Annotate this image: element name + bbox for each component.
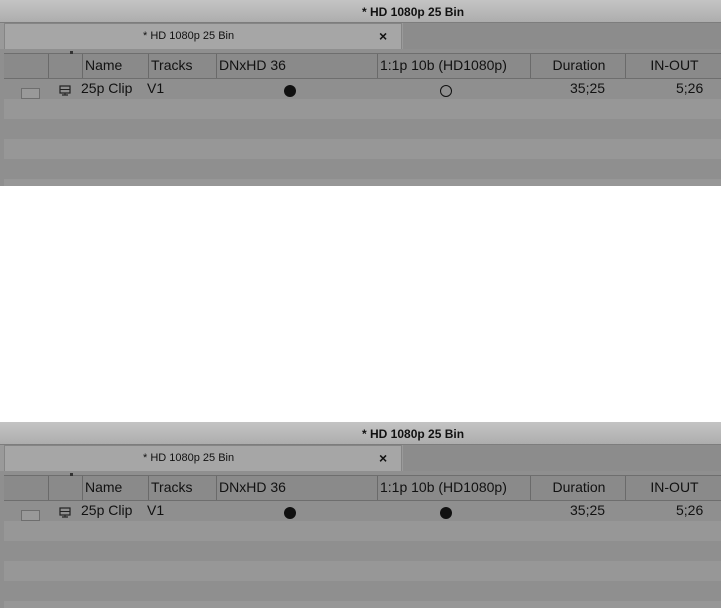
column-header-tracks[interactable]: Tracks	[149, 476, 217, 500]
empty-row	[4, 561, 721, 581]
bin-window-before: * HD 1080p 25 Bin * HD 1080p 25 Bin × Na…	[0, 0, 721, 186]
clip-in-out: 5;26	[676, 502, 704, 518]
column-header-row: Name Tracks DNxHD 36 1:1p 10b (HD1080p) …	[4, 51, 721, 79]
column-header-dnxhd36[interactable]: DNxHD 36	[217, 476, 378, 500]
column-header-uncompressed[interactable]: 1:1p 10b (HD1080p)	[378, 54, 531, 78]
column-header-frame[interactable]	[4, 54, 49, 78]
bin-tab[interactable]: * HD 1080p 25 Bin ×	[4, 445, 402, 471]
table-row[interactable]: 25p Clip V1 35;25 5;26	[4, 501, 721, 521]
column-header-in-out[interactable]: IN-OUT	[626, 54, 721, 78]
uncompressed-empty-dot-icon[interactable]	[440, 85, 452, 97]
empty-row	[4, 179, 721, 186]
empty-row	[4, 601, 721, 608]
column-header-tracks[interactable]: Tracks	[149, 54, 217, 78]
tab-bar: * HD 1080p 25 Bin ×	[0, 445, 721, 471]
clip-list: 25p Clip V1 35;25 5;26	[4, 501, 721, 608]
column-header-name[interactable]: Name	[83, 54, 149, 78]
column-header-frame[interactable]	[4, 476, 49, 500]
close-icon[interactable]: ×	[379, 450, 387, 466]
dnxhd36-filled-dot-icon[interactable]	[284, 85, 296, 97]
column-header-icon[interactable]	[49, 476, 83, 500]
column-header-duration[interactable]: Duration	[531, 476, 626, 500]
column-header-in-out[interactable]: IN-OUT	[626, 476, 721, 500]
window-titlebar[interactable]: * HD 1080p 25 Bin	[0, 422, 721, 445]
empty-row	[4, 99, 721, 119]
column-header-dnxhd36[interactable]: DNxHD 36	[217, 54, 378, 78]
clip-in-out: 5;26	[676, 80, 704, 96]
empty-row	[4, 119, 721, 139]
sort-marker	[70, 473, 73, 476]
clip-frame-thumbnail	[21, 88, 40, 99]
empty-row	[4, 581, 721, 601]
column-header-duration[interactable]: Duration	[531, 54, 626, 78]
window-title: * HD 1080p 25 Bin	[362, 427, 465, 441]
tab-bar-empty	[403, 23, 721, 49]
clip-name: 25p Clip	[81, 502, 133, 518]
bin-tab[interactable]: * HD 1080p 25 Bin ×	[4, 23, 402, 49]
dnxhd36-filled-dot-icon[interactable]	[284, 507, 296, 519]
empty-row	[4, 541, 721, 561]
column-header-name[interactable]: Name	[83, 476, 149, 500]
empty-row	[4, 139, 721, 159]
bin-tab-label: * HD 1080p 25 Bin	[143, 30, 235, 42]
sort-marker	[70, 51, 73, 54]
clip-duration: 35;25	[570, 502, 606, 518]
clip-name: 25p Clip	[81, 80, 133, 96]
master-clip-icon	[59, 85, 71, 96]
tab-bar-empty	[403, 445, 721, 471]
tab-bar: * HD 1080p 25 Bin ×	[0, 23, 721, 49]
close-icon[interactable]: ×	[379, 28, 387, 44]
clip-tracks: V1	[147, 502, 165, 518]
empty-row	[4, 159, 721, 179]
window-title: * HD 1080p 25 Bin	[362, 5, 465, 19]
bin-tab-label: * HD 1080p 25 Bin	[143, 452, 235, 464]
clip-tracks: V1	[147, 80, 165, 96]
clip-list: 25p Clip V1 35;25 5;26	[4, 79, 721, 186]
window-titlebar[interactable]: * HD 1080p 25 Bin	[0, 0, 721, 23]
column-header-uncompressed[interactable]: 1:1p 10b (HD1080p)	[378, 476, 531, 500]
bin-window-after: * HD 1080p 25 Bin * HD 1080p 25 Bin × Na…	[0, 422, 721, 608]
clip-frame-thumbnail	[21, 510, 40, 521]
uncompressed-filled-dot-icon[interactable]	[440, 507, 452, 519]
column-header-row: Name Tracks DNxHD 36 1:1p 10b (HD1080p) …	[4, 473, 721, 501]
master-clip-icon	[59, 507, 71, 518]
empty-row	[4, 521, 721, 541]
column-header-icon[interactable]	[49, 54, 83, 78]
clip-duration: 35;25	[570, 80, 606, 96]
table-row[interactable]: 25p Clip V1 35;25 5;26	[4, 79, 721, 99]
